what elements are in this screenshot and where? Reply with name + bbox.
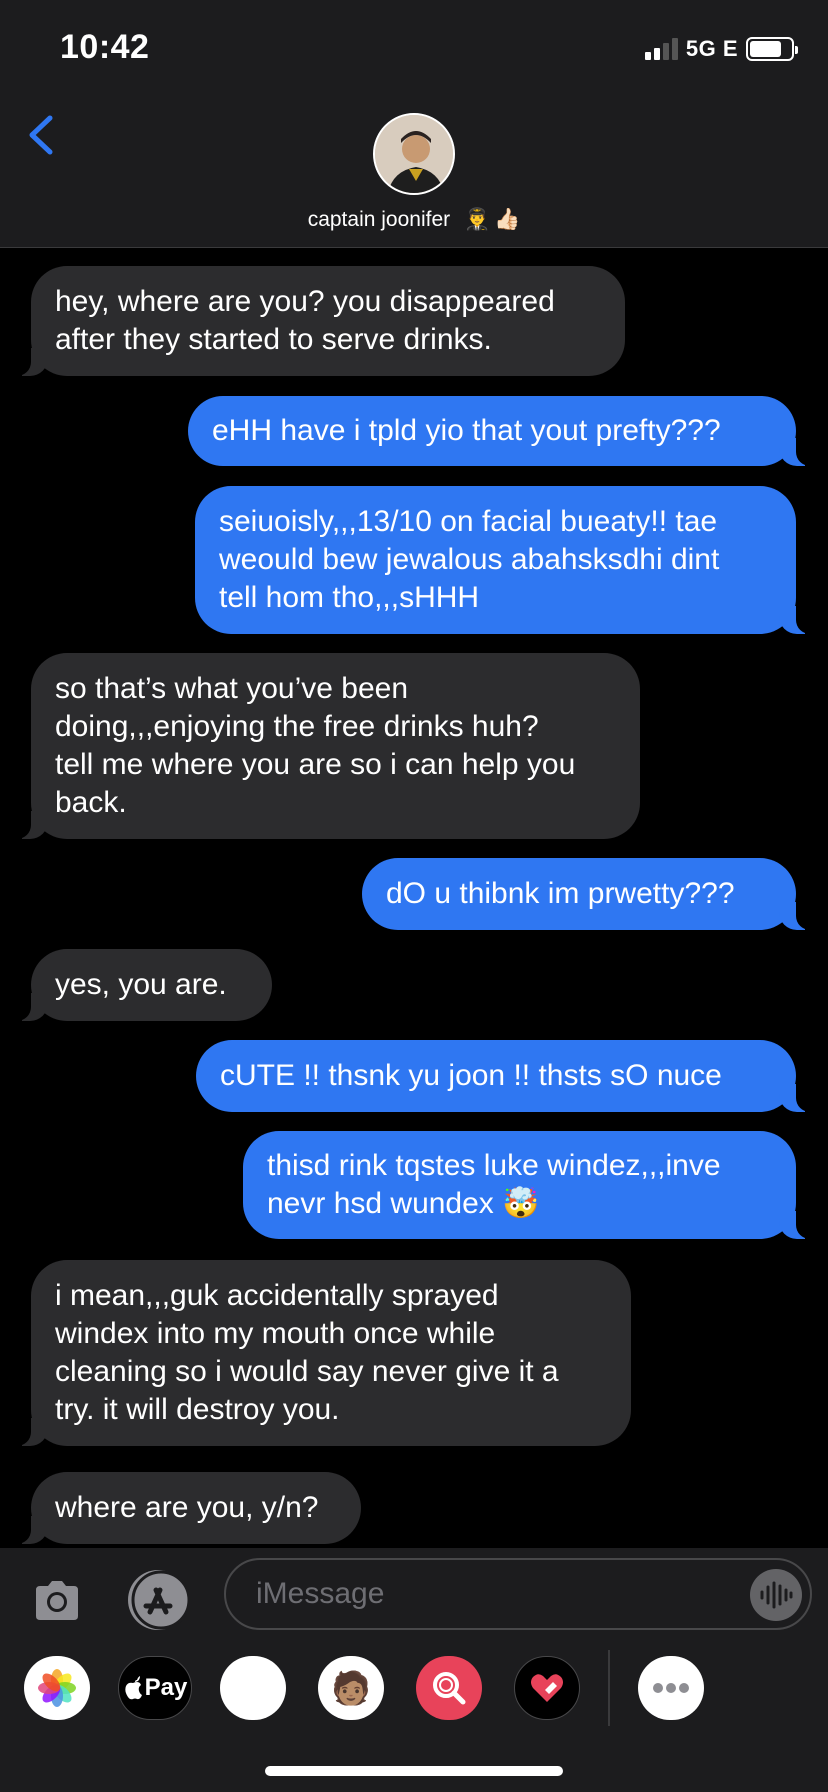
battery-icon — [746, 37, 798, 61]
message-text: yes, you are. — [55, 968, 227, 1001]
message-input-field[interactable] — [224, 1558, 812, 1630]
audio-waveform-icon — [760, 1581, 793, 1609]
monkey-animoji-icon: 🐵 — [232, 1667, 274, 1708]
drawer-divider — [608, 1650, 610, 1726]
conversation-header: 10:42 5G E captain joonifer 👨‍✈️ 👍🏻 — [0, 0, 828, 248]
app-store-button[interactable] — [126, 1568, 191, 1632]
message-text: thisd rink tqstes luke windez,,,inve nev… — [267, 1149, 721, 1220]
apple-pay-icon — [124, 1676, 142, 1700]
network-type: 5G E — [685, 36, 738, 61]
apple-pay-button[interactable]: Pay — [118, 1656, 192, 1720]
message-text: where are you, y/n? — [55, 1491, 319, 1524]
back-button[interactable] — [22, 110, 62, 160]
cellular-signal-icon — [644, 38, 678, 60]
message-received[interactable]: hey, where are you? you disappeared afte… — [5, 266, 625, 376]
message-sent[interactable]: thisd rink tqstes luke windez,,,inve nev… — [243, 1131, 822, 1239]
chevron-left-icon — [29, 115, 53, 155]
app-store-icon — [128, 1570, 191, 1630]
animoji-button[interactable]: 🐵 — [220, 1656, 286, 1720]
message-sent[interactable]: cUTE !! thsnk yu joon !! thsts sO nuce — [196, 1040, 822, 1112]
camera-icon — [36, 1581, 78, 1620]
message-text: cUTE !! thsnk yu joon !! thsts sO nuce — [220, 1059, 722, 1092]
message-text: i mean,,,guk accidentally sprayed windex… — [55, 1279, 559, 1426]
message-received[interactable]: yes, you are. — [5, 949, 272, 1021]
more-apps-icon — [653, 1683, 689, 1693]
message-text: hey, where are you? you disappeared afte… — [55, 285, 555, 356]
message-text: so that’s what you’ve been doing,,,enjoy… — [55, 672, 576, 819]
message-sent[interactable]: dO u thibnk im prwetty??? — [362, 858, 822, 930]
images-search-icon — [433, 1672, 466, 1705]
status-indicators: 5G E — [644, 36, 798, 62]
apple-pay-label: Pay — [144, 1674, 188, 1701]
home-indicator[interactable] — [265, 1766, 563, 1776]
status-time: 10:42 — [60, 28, 150, 66]
contact-avatar[interactable] — [373, 113, 455, 195]
message-received[interactable]: i mean,,,guk accidentally sprayed windex… — [5, 1260, 631, 1446]
pilot-emoji-icon: 👨‍✈️ — [463, 208, 491, 231]
photos-app-button[interactable] — [24, 1656, 90, 1720]
message-sent[interactable]: seiuoisly,,,13/10 on facial bueaty!! tae… — [195, 486, 822, 634]
more-apps-button[interactable] — [638, 1656, 704, 1720]
composer-area: Pay 🐵 🧑🏽 — [0, 1548, 828, 1792]
message-text: seiuoisly,,,13/10 on facial bueaty!! tae… — [219, 505, 720, 614]
message-text: dO u thibnk im prwetty??? — [386, 877, 735, 910]
digital-touch-button[interactable] — [514, 1656, 580, 1720]
photos-app-icon — [38, 1669, 76, 1707]
imessage-input[interactable] — [256, 1560, 726, 1628]
message-sent[interactable]: eHH have i tpld yio that yout prefty??? — [188, 396, 822, 466]
memoji-stickers-button[interactable]: 🧑🏽 — [318, 1656, 384, 1720]
message-text: eHH have i tpld yio that yout prefty??? — [212, 414, 721, 447]
digital-touch-icon — [531, 1674, 563, 1702]
thumbs-up-emoji-icon: 👍🏻 — [494, 208, 521, 231]
audio-record-button[interactable] — [750, 1569, 802, 1621]
message-received[interactable]: where are you, y/n? — [5, 1472, 361, 1544]
images-search-button[interactable] — [416, 1656, 482, 1720]
camera-button[interactable] — [30, 1574, 84, 1628]
memoji-stickers-icon: 🧑🏽 — [331, 1670, 371, 1706]
contact-name[interactable]: captain joonifer 👨‍✈️ 👍🏻 — [0, 208, 828, 232]
message-received[interactable]: so that’s what you’ve been doing,,,enjoy… — [5, 653, 640, 839]
